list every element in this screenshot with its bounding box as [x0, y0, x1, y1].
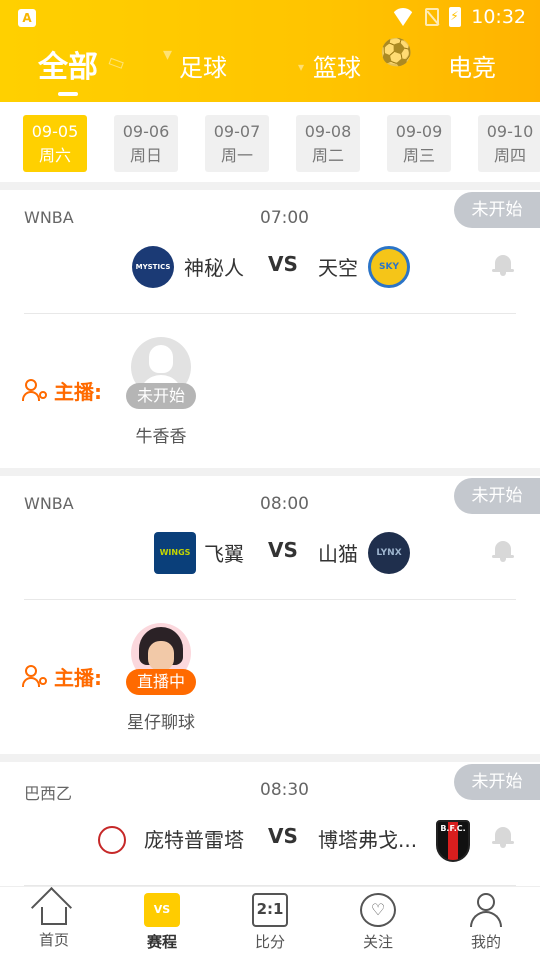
anchor-label-text: 主播: — [54, 666, 102, 690]
away-team-name: 天空 — [318, 256, 358, 280]
nav-follow[interactable]: ♡ 关注 — [338, 893, 418, 952]
home-icon — [41, 907, 67, 925]
date-item[interactable]: 09-08 周二 — [296, 115, 360, 172]
anchor-label: 主播: — [22, 376, 102, 405]
date-label: 09-10 — [486, 122, 534, 141]
match-time: 07:00 — [260, 208, 309, 228]
anchor-name[interactable]: 星仔聊球 — [100, 708, 222, 733]
date-label: 09-05 — [31, 122, 79, 141]
weekday-label: 周四 — [493, 146, 526, 165]
vs-label: VS — [268, 538, 298, 562]
top-header: A 10:32 ▭ ▾ ▾ ⚽ 全部 足球 篮球 电竞 — [0, 0, 540, 102]
league-name: WNBA — [24, 494, 74, 513]
date-item[interactable]: 09-05 周六 — [23, 115, 87, 172]
status-time: 10:32 — [471, 6, 526, 28]
home-team-name: 庞特普雷塔 — [144, 828, 244, 852]
wings-logo-icon: WINGS — [154, 532, 196, 574]
vs-label: VS — [268, 824, 298, 848]
ponte-preta-logo-icon — [98, 826, 126, 854]
anchor-label: 主播: — [22, 662, 102, 691]
anchor-status-badge: 未开始 — [126, 383, 196, 409]
score-icon: 2:1 — [252, 893, 288, 927]
bell-icon[interactable] — [492, 254, 514, 276]
match-time: 08:00 — [260, 494, 309, 514]
weekday-label: 周一 — [220, 146, 253, 165]
match-status-badge: 未开始 — [454, 192, 540, 228]
match-card[interactable]: WNBA 08:00 未开始 WINGS 飞翼 VS 山猫 LYNX 主播: 直… — [0, 476, 540, 754]
match-time: 08:30 — [260, 780, 309, 800]
match-card[interactable]: WNBA 07:00 未开始 MYSTICS 神秘人 VS 天空 SKY 主播:… — [0, 190, 540, 468]
mystics-logo-icon: MYSTICS — [132, 246, 174, 288]
weekday-label: 周三 — [402, 146, 435, 165]
tab-basketball[interactable]: 篮球 — [313, 46, 361, 96]
wifi-icon — [391, 8, 416, 26]
tab-esports[interactable]: 电竞 — [448, 46, 496, 96]
match-status-badge: 未开始 — [454, 764, 540, 800]
away-team-name: 山猫 — [318, 542, 358, 566]
nav-home[interactable]: 首页 — [14, 893, 94, 950]
league-name: 巴西乙 — [24, 784, 73, 803]
category-tabs: 全部 足球 篮球 电竞 — [0, 46, 540, 96]
nav-label: 我的 — [470, 933, 501, 951]
home-team-name: 神秘人 — [184, 256, 244, 280]
nav-label: 首页 — [38, 931, 69, 949]
date-item[interactable]: 09-06 周日 — [114, 115, 178, 172]
weekday-label: 周二 — [311, 146, 344, 165]
tab-football[interactable]: 足球 — [179, 46, 227, 96]
divider — [24, 313, 516, 314]
status-bar: A 10:32 — [0, 0, 540, 36]
heart-icon: ♡ — [360, 893, 396, 927]
lynx-logo-icon: LYNX — [368, 532, 410, 574]
no-sim-icon — [425, 8, 440, 26]
match-status-badge: 未开始 — [454, 478, 540, 514]
nav-label: 赛程 — [146, 933, 177, 951]
anchor-name[interactable]: 牛香香 — [100, 422, 222, 447]
anchor-status-badge: 直播中 — [126, 669, 196, 695]
away-team-name: 博塔弗戈... — [318, 828, 418, 852]
schedule-icon: VS — [144, 893, 180, 927]
anchor-label-text: 主播: — [54, 380, 102, 404]
date-label: 09-07 — [213, 122, 261, 141]
nav-profile[interactable]: 我的 — [446, 893, 526, 952]
botafogo-logo-icon: B.F.C. — [436, 820, 470, 862]
date-item[interactable]: 09-07 周一 — [205, 115, 269, 172]
date-label: 09-09 — [395, 122, 443, 141]
active-tab-indicator — [58, 92, 78, 96]
bottom-navigation: 首页 VS 赛程 2:1 比分 ♡ 关注 我的 — [0, 886, 540, 960]
weekday-label: 周六 — [38, 146, 71, 165]
anchor-location-icon — [22, 378, 48, 403]
league-name: WNBA — [24, 208, 74, 227]
battery-charging-icon — [449, 7, 462, 27]
status-icons: 10:32 — [391, 6, 526, 28]
date-selector: 09-05 周六 09-06 周日 09-07 周一 09-08 周二 09-09 周三 … — [0, 102, 540, 182]
bell-icon[interactable] — [492, 826, 514, 848]
divider — [24, 599, 516, 600]
vs-label: VS — [268, 252, 298, 276]
date-item[interactable]: 09-10 周四 — [478, 115, 540, 172]
nav-schedule[interactable]: VS 赛程 — [122, 893, 202, 952]
user-icon — [468, 893, 504, 927]
home-team-name: 飞翼 — [204, 542, 244, 566]
weekday-label: 周日 — [129, 146, 162, 165]
anchor-location-icon — [22, 664, 48, 689]
match-card[interactable]: 巴西乙 08:30 未开始 庞特普雷塔 VS 博塔弗戈... B.F.C. — [0, 762, 540, 892]
nav-score[interactable]: 2:1 比分 — [230, 893, 310, 952]
nav-label: 比分 — [254, 933, 285, 951]
tab-all[interactable]: 全部 — [38, 46, 98, 96]
sky-logo-icon: SKY — [368, 246, 410, 288]
app-notification-icon: A — [18, 9, 36, 27]
bell-icon[interactable] — [492, 540, 514, 562]
nav-label: 关注 — [362, 933, 393, 951]
date-label: 09-08 — [304, 122, 352, 141]
date-item[interactable]: 09-09 周三 — [387, 115, 451, 172]
date-label: 09-06 — [122, 122, 170, 141]
